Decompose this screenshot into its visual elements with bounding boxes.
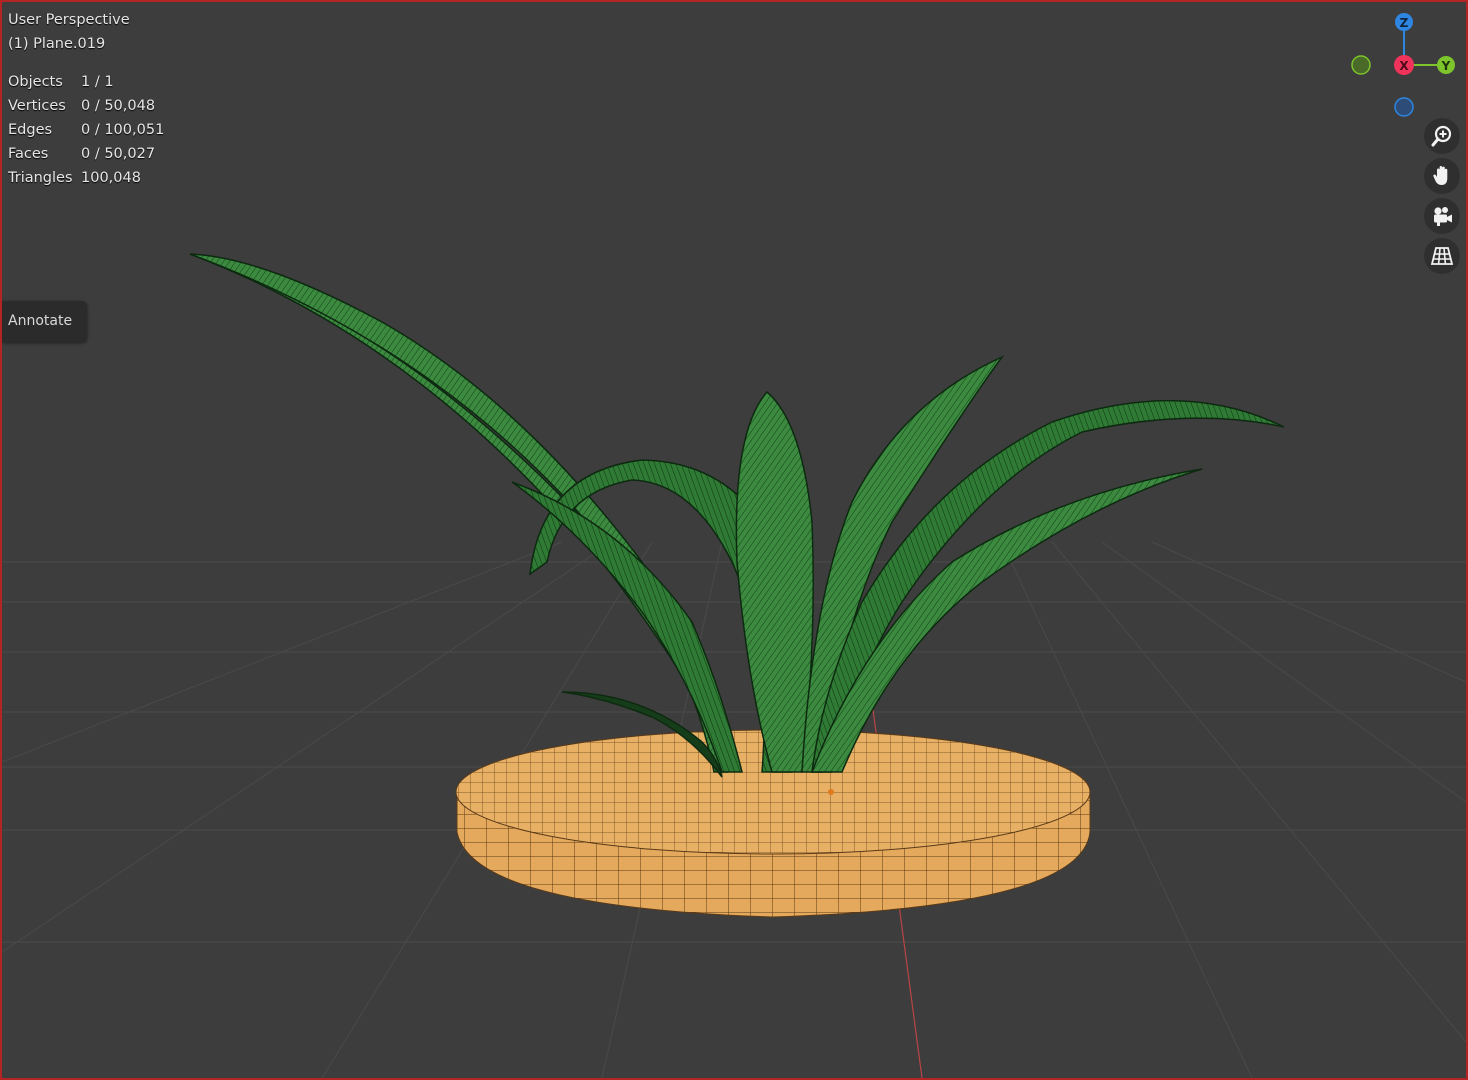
stat-row-triangles: Triangles 100,048 [8,166,164,190]
zoom-icon [1431,125,1452,147]
gizmo-z-label: Z [1400,16,1409,30]
active-object-name: (1) Plane.019 [8,36,106,52]
stat-row-faces: Faces 0 / 50,027 [8,142,164,166]
gizmo-neg-y-handle[interactable] [1351,55,1371,75]
navigation-gizmo[interactable]: Z Y X [1342,6,1467,126]
stat-label: Objects [8,74,63,90]
stat-row-objects: Objects 1 / 1 [8,70,164,94]
gizmo-x-label: X [1399,59,1409,73]
stat-value: 1 / 1 [81,74,114,90]
stat-value: 0 / 100,051 [81,122,165,138]
3d-viewport[interactable]: User Perspective (1) Plane.019 Objects 1… [0,0,1468,1080]
stat-label: Edges [8,122,53,138]
camera-icon [1434,207,1452,226]
stat-value: 100,048 [81,170,141,186]
view-title: User Perspective [8,12,130,28]
gizmo-neg-z-handle[interactable] [1394,97,1414,117]
grid-ortho-icon [1430,247,1454,265]
stat-row-vertices: Vertices 0 / 50,048 [8,94,164,118]
stat-row-edges: Edges 0 / 100,051 [8,118,164,142]
scene-render [2,253,1466,1078]
camera-view-button[interactable] [1424,198,1460,234]
zoom-button[interactable] [1424,118,1460,154]
stat-label: Triangles [8,170,73,186]
gizmo-y-label: Y [1441,59,1451,73]
viewport-info: User Perspective (1) Plane.019 Objects 1… [8,8,164,190]
hand-pan-icon [1433,166,1448,185]
scene-stats: Objects 1 / 1 Vertices 0 / 50,048 Edges … [8,70,164,190]
stat-label: Faces [8,146,49,162]
plant-leaves [189,253,1285,778]
pan-button[interactable] [1424,158,1460,194]
stat-value: 0 / 50,048 [81,98,156,114]
origin-dot [828,789,834,795]
stat-label: Vertices [8,98,66,114]
annotate-button[interactable]: Annotate [2,301,87,342]
stat-value: 0 / 50,027 [81,146,156,162]
ortho-toggle-button[interactable] [1424,238,1460,274]
